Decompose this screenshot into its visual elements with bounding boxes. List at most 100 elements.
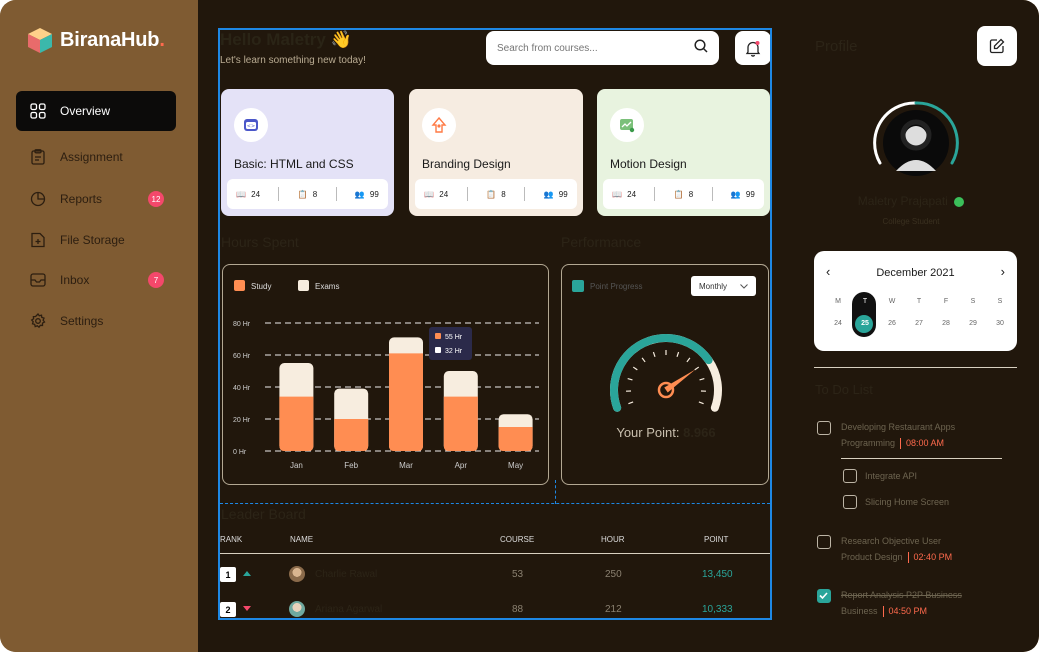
performance-gauge [610, 334, 722, 412]
performance-title: Performance [561, 234, 642, 250]
your-point: Your Point: 8.966 [562, 425, 770, 440]
book-icon: 📖 [424, 189, 435, 199]
avatar-progress-ring [873, 101, 959, 176]
leaderboard-divider [220, 553, 770, 554]
sidebar-item-inbox[interactable]: Inbox 7 [16, 260, 176, 300]
bar-study-jan [279, 396, 314, 451]
hour-count: 250 [605, 569, 622, 580]
bar-study-mar [389, 353, 423, 451]
x-tick-label: Apr [455, 461, 468, 470]
main-content: Hello Maletry 👋 Let's learn something ne… [198, 0, 783, 652]
todo-subtask-checkbox[interactable] [843, 495, 857, 509]
y-tick-label: 80 Hr [233, 321, 251, 328]
course-stats: 📖 24 📋 8 👥 99 [415, 179, 577, 209]
x-tick-label: May [508, 461, 523, 470]
sidebar-item-file-storage[interactable]: File Storage [16, 220, 176, 260]
users-icon: 👥 [354, 189, 365, 199]
course-card-html-css[interactable]: <> Basic: HTML and CSS 📖 24 📋 8 👥 99 [221, 89, 394, 216]
users-icon: 👥 [543, 189, 554, 199]
sidebar-item-label: File Storage [60, 233, 125, 247]
player-name: Charlie Rawal [315, 569, 378, 580]
chevron-down-icon [740, 283, 748, 289]
calendar-date[interactable]: 29 [963, 320, 983, 327]
gauge-tick [641, 357, 646, 363]
todo-checkbox-checked[interactable] [817, 589, 831, 603]
todo-checkbox[interactable] [817, 535, 831, 549]
calendar-date[interactable]: 26 [882, 320, 902, 327]
legend-exams-label: Exams [315, 282, 339, 291]
gauge-tick [628, 401, 634, 405]
todo-checkbox[interactable] [817, 421, 831, 435]
weekday-label: W [888, 298, 896, 305]
brand-logo[interactable]: BiranaHub. [26, 26, 165, 54]
avatar [289, 566, 305, 582]
course-title: Basic: HTML and CSS [234, 157, 354, 171]
bar-study-may [498, 427, 533, 451]
period-select[interactable]: Monthly [691, 276, 756, 296]
gauge-tick [699, 377, 705, 381]
course-card-branding-design[interactable]: Branding Design 📖 24 📋 8 👥 99 [409, 89, 583, 216]
course-stats: 📖 24 📋 8 👥 99 [227, 179, 388, 209]
legend-study-swatch [234, 280, 245, 291]
reports-count-badge: 12 [148, 191, 164, 207]
hours-spent-title: Hours Spent [221, 234, 299, 250]
calendar-date[interactable]: 24 [828, 320, 848, 327]
calendar-widget: ‹ December 2021 › M T W T F S S 24 25 26 27 28 29 30 [814, 251, 1017, 351]
todo-item-done[interactable]: Report Analysis P2P Business Business 04:… [841, 587, 962, 619]
verified-icon [954, 196, 965, 207]
search-input[interactable] [497, 42, 677, 54]
col-name-header: NAME [290, 535, 314, 544]
sidebar-item-settings[interactable]: Settings [16, 301, 176, 341]
app-window: BiranaHub. Overview Assignment Reports 1… [0, 0, 1039, 652]
sidebar-item-label: Assignment [60, 150, 123, 164]
point-progress-swatch [572, 280, 584, 292]
calendar-divider [814, 367, 1017, 368]
edit-profile-button[interactable] [977, 26, 1017, 66]
profile-title: Profile [815, 38, 858, 55]
course-title: Motion Design [610, 157, 687, 171]
y-tick-label: 60 Hr [233, 353, 251, 360]
svg-text:<>: <> [247, 124, 255, 130]
selection-guide-horizontal [220, 503, 770, 504]
clipboard-icon: 📋 [486, 189, 497, 199]
grid-icon [30, 103, 46, 119]
calendar-date[interactable]: 25 [855, 320, 875, 327]
weekday-label: T [916, 298, 922, 305]
profile-panel: Profile Maletry Prajapati College Studen… [783, 0, 1039, 652]
selection-guide-vertical [555, 480, 556, 504]
todo-subtask[interactable]: Slicing Home Screen [865, 494, 949, 510]
weekday-label: T [862, 298, 868, 305]
todo-item[interactable]: Research Objective User Product Design 02… [841, 533, 952, 565]
todo-subtask-checkbox[interactable] [843, 469, 857, 483]
period-select-value: Monthly [699, 281, 728, 291]
course-stats: 📖 24 📋 8 👥 99 [603, 179, 764, 209]
next-month-icon[interactable]: › [1001, 264, 1005, 279]
sidebar-item-assignment[interactable]: Assignment [16, 137, 176, 177]
notification-button[interactable] [735, 31, 771, 65]
course-card-motion-design[interactable]: Motion Design 📖 24 📋 8 👥 99 [597, 89, 770, 216]
search-icon[interactable] [694, 38, 708, 58]
sidebar-item-overview[interactable]: Overview [16, 91, 176, 131]
course-count: 88 [512, 604, 524, 615]
user-name: Maletry Prajapati [783, 194, 1039, 208]
col-point-header: POINT [704, 535, 729, 544]
inbox-count-badge: 7 [148, 272, 164, 288]
weekday-label: M [835, 298, 841, 305]
course-count: 53 [512, 569, 524, 580]
todo-title: To Do List [815, 382, 873, 397]
gauge-tick [698, 401, 704, 405]
calendar-date[interactable]: 28 [936, 320, 956, 327]
bar-study-feb [334, 419, 369, 451]
search-box[interactable] [486, 31, 719, 65]
greeting-title: Hello Maletry 👋 [220, 30, 352, 49]
calendar-date[interactable]: 30 [990, 320, 1010, 327]
y-tick-label: 20 Hr [233, 417, 251, 424]
todo-subtask[interactable]: Integrate API [865, 468, 917, 484]
calendar-date[interactable]: 27 [909, 320, 929, 327]
edit-icon [989, 38, 1005, 54]
todo-item[interactable]: Developing Restaurant Apps Programming 08… [841, 419, 955, 451]
users-icon: 👥 [730, 189, 741, 199]
gauge-tick [652, 351, 656, 357]
code-icon: <> [234, 108, 268, 142]
sidebar-item-reports[interactable]: Reports 12 [16, 179, 176, 219]
